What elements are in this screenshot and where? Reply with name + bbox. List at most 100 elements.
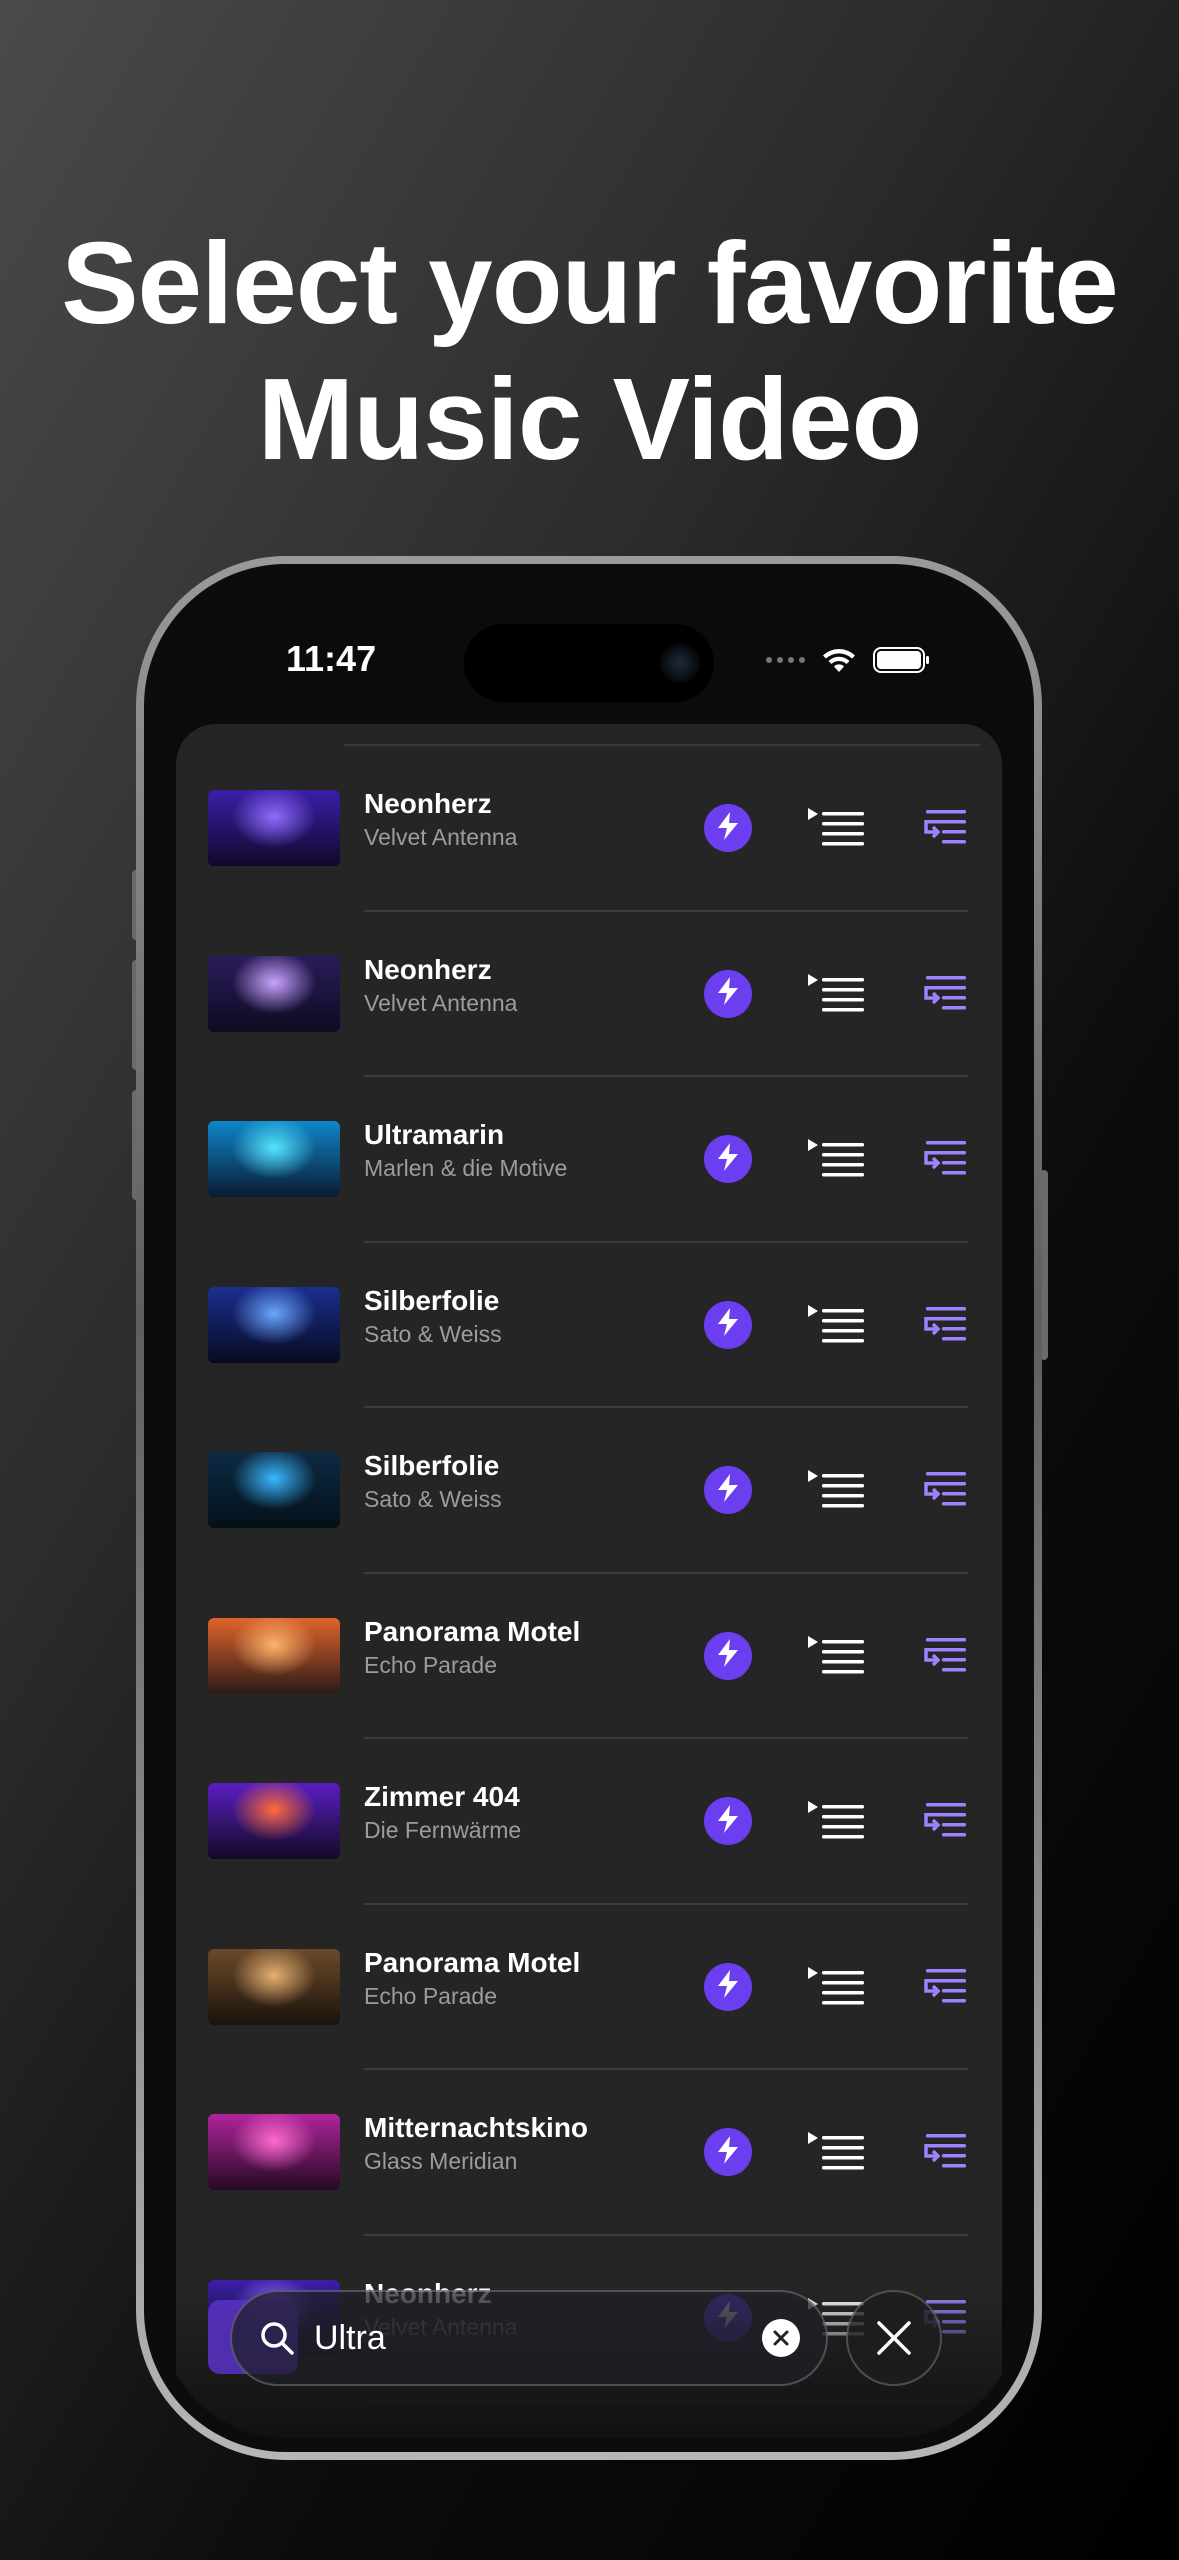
video-thumbnail[interactable] xyxy=(208,1783,340,1859)
add-to-queue-icon xyxy=(922,1803,968,1847)
song-title: Zimmer 404 xyxy=(364,1781,520,1812)
result-row[interactable]: Panorama Motel Echo Parade xyxy=(176,1574,1002,1739)
add-to-queue-button[interactable] xyxy=(922,1799,968,1843)
battery-icon xyxy=(873,647,929,673)
video-thumbnail[interactable] xyxy=(208,790,340,866)
clear-search-button[interactable] xyxy=(762,2319,800,2357)
bolt-icon xyxy=(715,1804,741,1839)
video-thumbnail[interactable] xyxy=(208,1948,340,2025)
add-to-queue-button[interactable] xyxy=(922,1634,968,1678)
add-to-queue-icon xyxy=(922,1472,968,1516)
instant-play-button[interactable] xyxy=(704,1300,752,1349)
instant-play-button[interactable] xyxy=(704,1135,752,1183)
artist-name: Velvet Antenna xyxy=(364,989,518,1016)
play-next-button[interactable] xyxy=(806,2128,866,2176)
result-row[interactable]: Panorama Motel Echo Parade xyxy=(176,1905,1002,2070)
play-next-button[interactable] xyxy=(806,1466,866,1514)
video-thumbnail[interactable] xyxy=(208,1286,340,1363)
add-to-queue-icon xyxy=(922,810,968,854)
play-next-icon xyxy=(806,808,866,856)
bolt-icon xyxy=(715,976,741,1011)
result-row[interactable]: Neonherz Velvet Antenna xyxy=(176,912,1002,1077)
cellular-signal-icon xyxy=(766,657,805,663)
close-icon xyxy=(877,2321,911,2355)
song-title: Silberfolie xyxy=(364,1450,500,1481)
status-indicators xyxy=(766,646,929,674)
video-thumbnail[interactable] xyxy=(208,1121,340,1197)
artist-name: Echo Parade xyxy=(364,1982,497,2009)
add-to-queue-button[interactable] xyxy=(922,2130,968,2174)
add-to-queue-button[interactable] xyxy=(922,1468,968,1512)
add-to-queue-icon xyxy=(922,2134,968,2178)
play-next-button[interactable] xyxy=(806,1301,866,1349)
play-next-button[interactable] xyxy=(806,1797,866,1845)
results-sheet: Neonherz Velvet Antenna Neonherz Velvet … xyxy=(176,724,1002,2438)
instant-play-button[interactable] xyxy=(704,1631,752,1680)
bolt-icon xyxy=(715,1638,741,1673)
play-next-icon xyxy=(806,1635,866,1684)
instant-play-button[interactable] xyxy=(704,1797,752,1845)
add-to-queue-icon xyxy=(922,1141,968,1185)
bolt-icon xyxy=(715,1473,741,1508)
instant-play-button[interactable] xyxy=(704,969,752,1018)
play-next-button[interactable] xyxy=(806,804,866,852)
song-title: Ultramarin xyxy=(364,1119,505,1150)
video-thumbnail[interactable] xyxy=(208,2114,340,2190)
close-button[interactable] xyxy=(846,2290,942,2386)
song-title: Panorama Motel xyxy=(364,1946,581,1978)
bolt-icon xyxy=(715,1969,741,2004)
add-to-queue-icon xyxy=(922,1306,968,1351)
artist-name: Velvet Antenna xyxy=(364,824,518,850)
play-next-icon xyxy=(806,1470,866,1518)
instant-play-button[interactable] xyxy=(704,1962,752,2011)
search-bar[interactable]: Ultra xyxy=(230,2290,828,2386)
headline: Select your favorite Music Video xyxy=(0,215,1179,487)
instant-play-button[interactable] xyxy=(704,2128,752,2176)
video-thumbnail[interactable] xyxy=(208,1617,340,1694)
play-next-icon xyxy=(806,1801,866,1849)
result-row[interactable]: Silberfolie Sato & Weiss xyxy=(176,1243,1002,1408)
phone-bezel: 11:47 Neonherz Velvet Antenna Neonherz V… xyxy=(144,564,1034,2452)
artist-name: Echo Parade xyxy=(364,1651,497,1678)
camera-icon xyxy=(660,643,700,683)
video-thumbnail[interactable] xyxy=(208,955,340,1032)
song-title: Panorama Motel xyxy=(364,1615,581,1647)
artist-name: Glass Meridian xyxy=(364,2148,518,2174)
play-next-icon xyxy=(806,1139,866,1187)
artist-name: Die Fernwärme xyxy=(364,1817,522,1843)
result-row[interactable]: Ultramarin Marlen & die Motive xyxy=(176,1077,1002,1243)
add-to-queue-icon xyxy=(922,1968,968,2013)
add-to-queue-button[interactable] xyxy=(922,806,968,850)
result-row[interactable]: Zimmer 404 Die Fernwärme xyxy=(176,1739,1002,1905)
add-to-queue-button[interactable] xyxy=(922,1137,968,1181)
clear-icon xyxy=(773,2330,789,2346)
song-title: Neonherz xyxy=(364,953,492,985)
bolt-icon xyxy=(715,1307,741,1342)
instant-play-button[interactable] xyxy=(704,1466,752,1514)
add-to-queue-icon xyxy=(922,975,968,1020)
headline-line-1: Select your favorite xyxy=(61,218,1119,348)
bolt-icon xyxy=(715,811,741,846)
song-title: Neonherz xyxy=(364,788,492,819)
result-row[interactable]: Mitternachtskino Glass Meridian xyxy=(176,2070,1002,2236)
result-row[interactable]: Silberfolie Sato & Weiss xyxy=(176,1408,1002,1574)
video-thumbnail[interactable] xyxy=(208,1452,340,1528)
add-to-queue-button[interactable] xyxy=(922,1965,968,2009)
play-next-icon xyxy=(806,1304,866,1353)
instant-play-button[interactable] xyxy=(704,804,752,852)
play-next-button[interactable] xyxy=(806,1963,866,2011)
headline-line-2: Music Video xyxy=(257,354,923,484)
status-time: 11:47 xyxy=(286,638,377,679)
play-next-button[interactable] xyxy=(806,1135,866,1183)
play-next-button[interactable] xyxy=(806,1632,866,1680)
results-list: Neonherz Velvet Antenna Neonherz Velvet … xyxy=(176,746,1002,2401)
artist-name: Sato & Weiss xyxy=(364,1320,502,1347)
result-row[interactable]: Neonherz Velvet Antenna xyxy=(176,746,1002,912)
play-next-button[interactable] xyxy=(806,970,866,1018)
play-next-icon xyxy=(806,1966,866,2015)
add-to-queue-button[interactable] xyxy=(922,1303,968,1347)
search-input[interactable]: Ultra xyxy=(314,2319,762,2358)
add-to-queue-button[interactable] xyxy=(922,972,968,1016)
artist-name: Sato & Weiss xyxy=(364,1486,502,1512)
song-title: Mitternachtskino xyxy=(364,2112,589,2143)
